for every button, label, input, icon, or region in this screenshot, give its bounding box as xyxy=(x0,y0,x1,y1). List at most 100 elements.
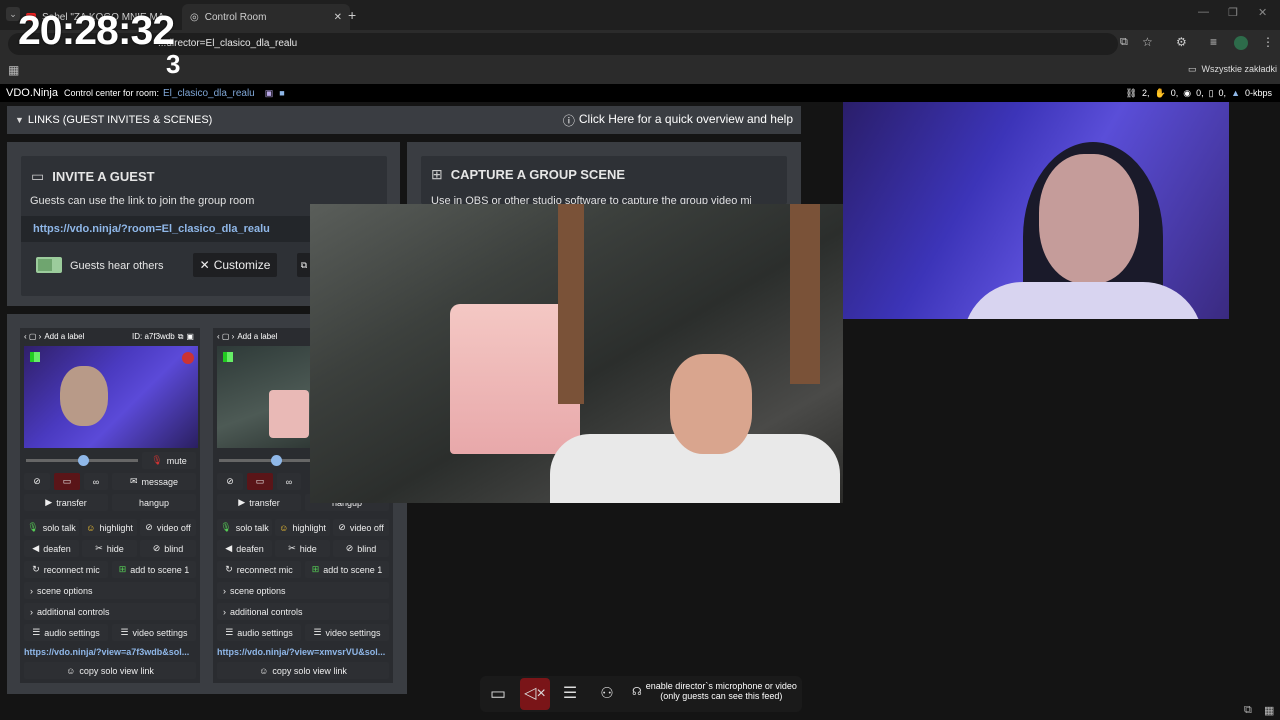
screenshot-icon[interactable]: ⧉ xyxy=(1244,704,1252,717)
hide-button[interactable]: ✂ hide xyxy=(82,540,137,557)
profile-avatar[interactable] xyxy=(1234,36,1248,50)
main-preview-video[interactable] xyxy=(310,204,843,503)
director-camera-video[interactable] xyxy=(843,102,1229,319)
speaker-mute-icon[interactable]: ◁× xyxy=(520,678,550,710)
camera-off-button[interactable]: ⊘ xyxy=(217,473,243,490)
play-icon: ▶ xyxy=(45,497,53,507)
add-icon: ⊞ xyxy=(311,564,320,574)
brand-logo: VDO.Ninja xyxy=(6,87,58,99)
room-name[interactable]: El_clasico_dla_realu xyxy=(163,88,255,99)
customize-button[interactable]: ✕ Customize xyxy=(193,253,277,277)
mute-button[interactable]: 🎙 mute xyxy=(142,452,196,469)
maximize-icon[interactable]: ❐ xyxy=(1228,6,1238,19)
notes-icon[interactable]: ☰ xyxy=(558,682,582,706)
invite-link[interactable]: https://vdo.ninja/?room=El_clasico_dla_r… xyxy=(33,223,270,235)
bookmark-star-icon[interactable]: ☆ xyxy=(1142,35,1153,49)
guests-hear-label: Guests hear others xyxy=(70,260,164,272)
solo-talk-button[interactable]: 🎙 solo talk xyxy=(217,519,272,536)
new-tab-icon[interactable]: + xyxy=(348,7,356,23)
deafen-button[interactable]: ◀ deafen xyxy=(217,540,272,557)
capture-card: ⊞ CAPTURE A GROUP SCENE Use in OBS or ot… xyxy=(421,156,787,204)
reconnect-mic-button[interactable]: ↻ reconnect mic xyxy=(217,561,301,578)
audio-settings-button[interactable]: ☰ audio settings xyxy=(24,624,108,641)
scene-options-toggle[interactable]: › scene options xyxy=(24,582,196,599)
scene-options-toggle[interactable]: › scene options xyxy=(217,582,389,599)
volume-slider[interactable] xyxy=(26,455,138,466)
camera-off-icon: ⊘ xyxy=(33,476,41,486)
ghost-button[interactable]: ∞ xyxy=(277,473,301,490)
minimize-icon[interactable]: — xyxy=(1198,6,1209,18)
close-window-icon[interactable]: ✕ xyxy=(1258,6,1267,19)
scene-options-label: scene options xyxy=(37,585,93,596)
highlight-button[interactable]: ☺ highlight xyxy=(82,519,137,536)
lock-icon[interactable]: ▣ xyxy=(265,88,274,99)
director-media-button[interactable]: ☊ enable director`s microphone or video … xyxy=(632,681,797,702)
audio-settings-button[interactable]: ☰ audio settings xyxy=(217,624,301,641)
additional-controls-toggle[interactable]: › additional controls xyxy=(217,603,389,620)
menu-icon[interactable]: ⋮ xyxy=(1262,35,1274,49)
hangup-button[interactable]: hangup xyxy=(112,494,196,511)
additional-controls-toggle[interactable]: › additional controls xyxy=(24,603,196,620)
blind-button[interactable]: ⊘ blind xyxy=(333,540,389,557)
reconnect-mic-button[interactable]: ↻ reconnect mic xyxy=(24,561,108,578)
highlight-button[interactable]: ☺ highlight xyxy=(275,519,330,536)
copy-link-button[interactable]: ⧉ xyxy=(297,253,311,277)
add-to-scene-button[interactable]: ⊞ add to scene 1 xyxy=(305,561,389,578)
tab-control-room[interactable]: ◎ Control Room ✕ xyxy=(182,4,350,30)
beam-image xyxy=(790,204,820,384)
message-button[interactable]: ✉ message xyxy=(112,473,196,490)
solo-view-link[interactable]: https://vdo.ninja/?view=xmvsrVU&sol... xyxy=(217,647,391,657)
record-button[interactable]: ▭ xyxy=(247,473,273,490)
transfer-label: transfer xyxy=(56,497,87,508)
deafen-button[interactable]: ◀ deafen xyxy=(24,540,79,557)
screen-icon[interactable]: ■ xyxy=(279,88,284,98)
install-app-icon[interactable]: ⧉ xyxy=(1120,36,1128,49)
add-to-scene-button[interactable]: ⊞ add to scene 1 xyxy=(112,561,196,578)
guest-label[interactable]: Add a label xyxy=(44,332,84,341)
video-settings-label: video settings xyxy=(325,627,381,638)
reorder-icon[interactable]: ‹ ▢ › xyxy=(24,332,41,341)
transfer-button[interactable]: ▶ transfer xyxy=(217,494,301,511)
guests-hear-toggle[interactable] xyxy=(36,257,62,273)
extensions-icon[interactable]: ⚙ xyxy=(1176,35,1187,49)
hide-button[interactable]: ✂ hide xyxy=(275,540,330,557)
hide-label: hide xyxy=(106,543,124,554)
ghost-button[interactable]: ∞ xyxy=(84,473,108,490)
links-section-header[interactable]: ▼ LINKS (GUEST INVITES & SCENES) ⓘ Click… xyxy=(7,106,801,134)
solo-talk-button[interactable]: 🎙 solo talk xyxy=(24,519,79,536)
copy-solo-link-button[interactable]: ☺ copy solo view link xyxy=(217,662,389,679)
overlay-clock: 20:28:32 xyxy=(18,7,175,53)
solo-view-link[interactable]: https://vdo.ninja/?view=a7f3wdb&sol... xyxy=(24,647,198,657)
transfer-button[interactable]: ▶ transfer xyxy=(24,494,108,511)
chat-icon[interactable]: ▭ xyxy=(486,682,510,706)
media-icon[interactable]: ≡ xyxy=(1210,35,1217,49)
stat-recording: 0, xyxy=(1196,87,1204,98)
camera-off-icon: ⊘ xyxy=(226,476,234,486)
close-tab-icon[interactable]: ✕ xyxy=(334,12,342,23)
all-bookmarks-button[interactable]: ▭ Wszystkie zakładki xyxy=(1188,64,1277,75)
capture-description: Use in OBS or other studio software to c… xyxy=(431,195,751,204)
volume-handle[interactable] xyxy=(271,455,282,466)
invite-link-box[interactable]: https://vdo.ninja/?room=El_clasico_dla_r… xyxy=(21,216,311,242)
reconnect-label: reconnect mic xyxy=(236,564,293,575)
layout-icon[interactable]: ▦ xyxy=(1264,704,1274,717)
record-button[interactable]: ▭ xyxy=(54,473,80,490)
video-off-button[interactable]: ⊘ video off xyxy=(333,519,389,536)
camera-off-button[interactable]: ⊘ xyxy=(24,473,50,490)
blind-button[interactable]: ⊘ blind xyxy=(140,540,196,557)
help-link[interactable]: ⓘ Click Here for a quick overview and he… xyxy=(563,112,793,129)
eye-off-icon: ⊘ xyxy=(152,543,161,553)
apps-grid-icon[interactable]: ▦ xyxy=(8,63,19,77)
copy-icon[interactable]: ⧉ xyxy=(178,332,184,342)
window-icon[interactable]: ▣ xyxy=(186,332,194,342)
group-settings-icon[interactable]: ⚇ xyxy=(594,682,620,706)
guest-label[interactable]: Add a label xyxy=(237,332,277,341)
video-off-button[interactable]: ⊘ video off xyxy=(140,519,196,536)
volume-handle[interactable] xyxy=(78,455,89,466)
guest-video-1[interactable] xyxy=(24,346,198,448)
video-settings-button[interactable]: ☰ video settings xyxy=(305,624,389,641)
copy-solo-link-button[interactable]: ☺ copy solo view link xyxy=(24,662,196,679)
speaker-icon: ◀ xyxy=(32,543,40,553)
video-settings-button[interactable]: ☰ video settings xyxy=(112,624,196,641)
reorder-icon[interactable]: ‹ ▢ › xyxy=(217,332,234,341)
